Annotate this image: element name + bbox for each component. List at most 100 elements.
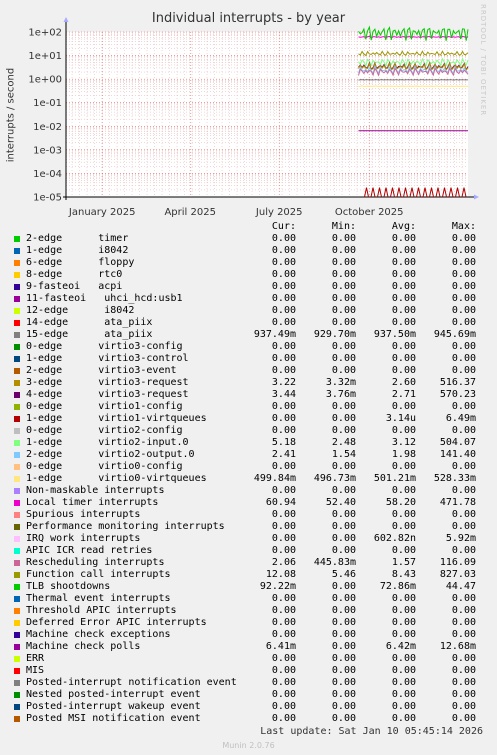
legend-max-value: 0.00 [451,269,476,280]
legend-max-value: 116.09 [439,557,476,568]
legend-swatch [14,416,20,422]
legend-max-value: 0.00 [451,485,476,496]
legend-max-value: 0.00 [451,425,476,436]
legend-swatch [14,464,20,470]
legend-max-value: 0.00 [451,593,476,604]
legend-max-value: 0.00 [451,713,476,724]
legend-series-name: 14-edge ata_piix [26,317,153,328]
legend-series-name: 12-edge i8042 [26,305,135,316]
legend-series-name: Machine check exceptions [26,629,171,640]
x-tick-label: July 2025 [255,207,303,218]
y-axis-arrow [63,17,69,22]
legend-series-name: Machine check polls [26,641,141,652]
legend-swatch [14,296,20,302]
legend-series-name: Performance monitoring interrupts [26,521,225,532]
y-tick-label: 1e-01 [33,98,62,109]
legend-swatch [14,536,20,542]
legend-swatch [14,560,20,566]
legend-series-name: Non-maskable interrupts [26,485,165,496]
legend-swatch [14,620,20,626]
legend-series-name: 8-edge rtc0 [26,269,123,280]
legend-swatch [14,236,20,242]
legend-series-name: 1-edge virtio2-input.0 [26,437,189,448]
y-tick-label: 1e-02 [33,122,62,133]
legend-max-value: 0.00 [451,629,476,640]
legend-series-name: IRQ work interrupts [26,533,141,544]
legend-series-name: Thermal event interrupts [26,593,171,604]
legend-max-value: 0.00 [451,281,476,292]
legend-swatch [14,512,20,518]
legend-swatch [14,488,20,494]
legend-max-value: 0.00 [451,617,476,628]
legend-series-name: 0-edge virtio3-config [26,341,183,352]
legend-max-value: 0.00 [451,677,476,688]
legend-max-value: 0.00 [451,305,476,316]
legend-series-name: Spurious interrupts [26,509,141,520]
legend-swatch [14,404,20,410]
header-max: Max: [451,221,476,232]
legend-max-value: 12.68m [439,641,476,652]
legend-swatch [14,476,20,482]
legend-max-value: 945.69m [433,329,476,340]
legend-series-name: 1-edge i8042 [26,245,129,256]
legend-series-name: 4-edge virtio3-request [26,389,189,400]
last-update: Last update: Sat Jan 10 05:45:14 2026 [260,726,483,737]
legend-max-value: 0.00 [451,509,476,520]
legend-max-value: 0.00 [451,689,476,700]
legend-max-value: 0.00 [451,605,476,616]
legend-swatch [14,644,20,650]
y-tick-label: 1e-04 [33,169,62,180]
legend-swatch [14,344,20,350]
legend-max-value: 0.00 [451,665,476,676]
legend-series-name: TLB shootdowns [26,581,111,592]
legend-swatch [14,428,20,434]
legend-max-value: 570.23 [439,389,476,400]
legend-series-name: 0-edge virtio0-config [26,461,183,472]
legend-swatch [14,308,20,314]
legend-series-name: Threshold APIC interrupts [26,605,177,616]
legend-swatch [14,584,20,590]
legend-swatch [14,716,20,722]
legend-max-value: 0.00 [451,317,476,328]
legend-max-value: 0.00 [451,365,476,376]
legend-max-value: 44.47 [445,581,476,592]
legend-series-name: Posted-interrupt notification event [26,677,237,688]
legend-series-name: 11-fasteoi uhci_hcd:usb1 [26,293,183,304]
y-tick-label: 1e+02 [28,28,62,39]
legend-swatch [14,596,20,602]
munin-version: Munin 2.0.76 [222,741,275,750]
legend-series-name: 15-edge ata_piix [26,329,153,340]
legend-series-name: 2-edge virtio3-event [26,365,177,376]
legend-swatch [14,260,20,266]
x-tick-label: October 2025 [335,207,404,218]
legend-series-name: 9-fasteoi acpi [26,281,123,292]
legend-swatch [14,572,20,578]
legend-series-name: 0-edge virtio1-config [26,401,183,412]
legend-swatch [14,680,20,686]
legend-swatch [14,608,20,614]
series-virtio0-virtqueues [358,85,469,88]
legend-series-name: Rescheduling interrupts [26,557,165,568]
legend-swatch [14,368,20,374]
legend-swatch [14,548,20,554]
chart-plot: 1e+02 1e+01 1e+00 1e-01 1e-02 1e-03 1e-04 1e-05… [28,17,479,218]
legend-swatch [14,704,20,710]
legend-swatch [14,668,20,674]
legend-max-value: 0.00 [451,701,476,712]
legend-swatch [14,452,20,458]
x-tick-label: April 2025 [164,207,215,218]
legend-max-value: 0.00 [451,341,476,352]
legend-max-value: 471.78 [439,497,476,508]
legend-swatch [14,632,20,638]
legend-series-name: ERR [26,653,45,664]
legend-series-name: 1-edge virtio1-virtqueues [26,413,207,424]
series-ata-piix-15 [358,79,469,81]
legend-max-value: 0.00 [451,245,476,256]
legend-swatch [14,380,20,386]
legend-swatch [14,248,20,254]
legend-series-name: 2-edge timer [26,233,129,244]
legend-max-value: 528.33m [433,473,476,484]
legend-series-name: 3-edge virtio3-request [26,377,189,388]
legend-max-value: 0.00 [451,545,476,556]
legend-max-value: 0.00 [451,461,476,472]
